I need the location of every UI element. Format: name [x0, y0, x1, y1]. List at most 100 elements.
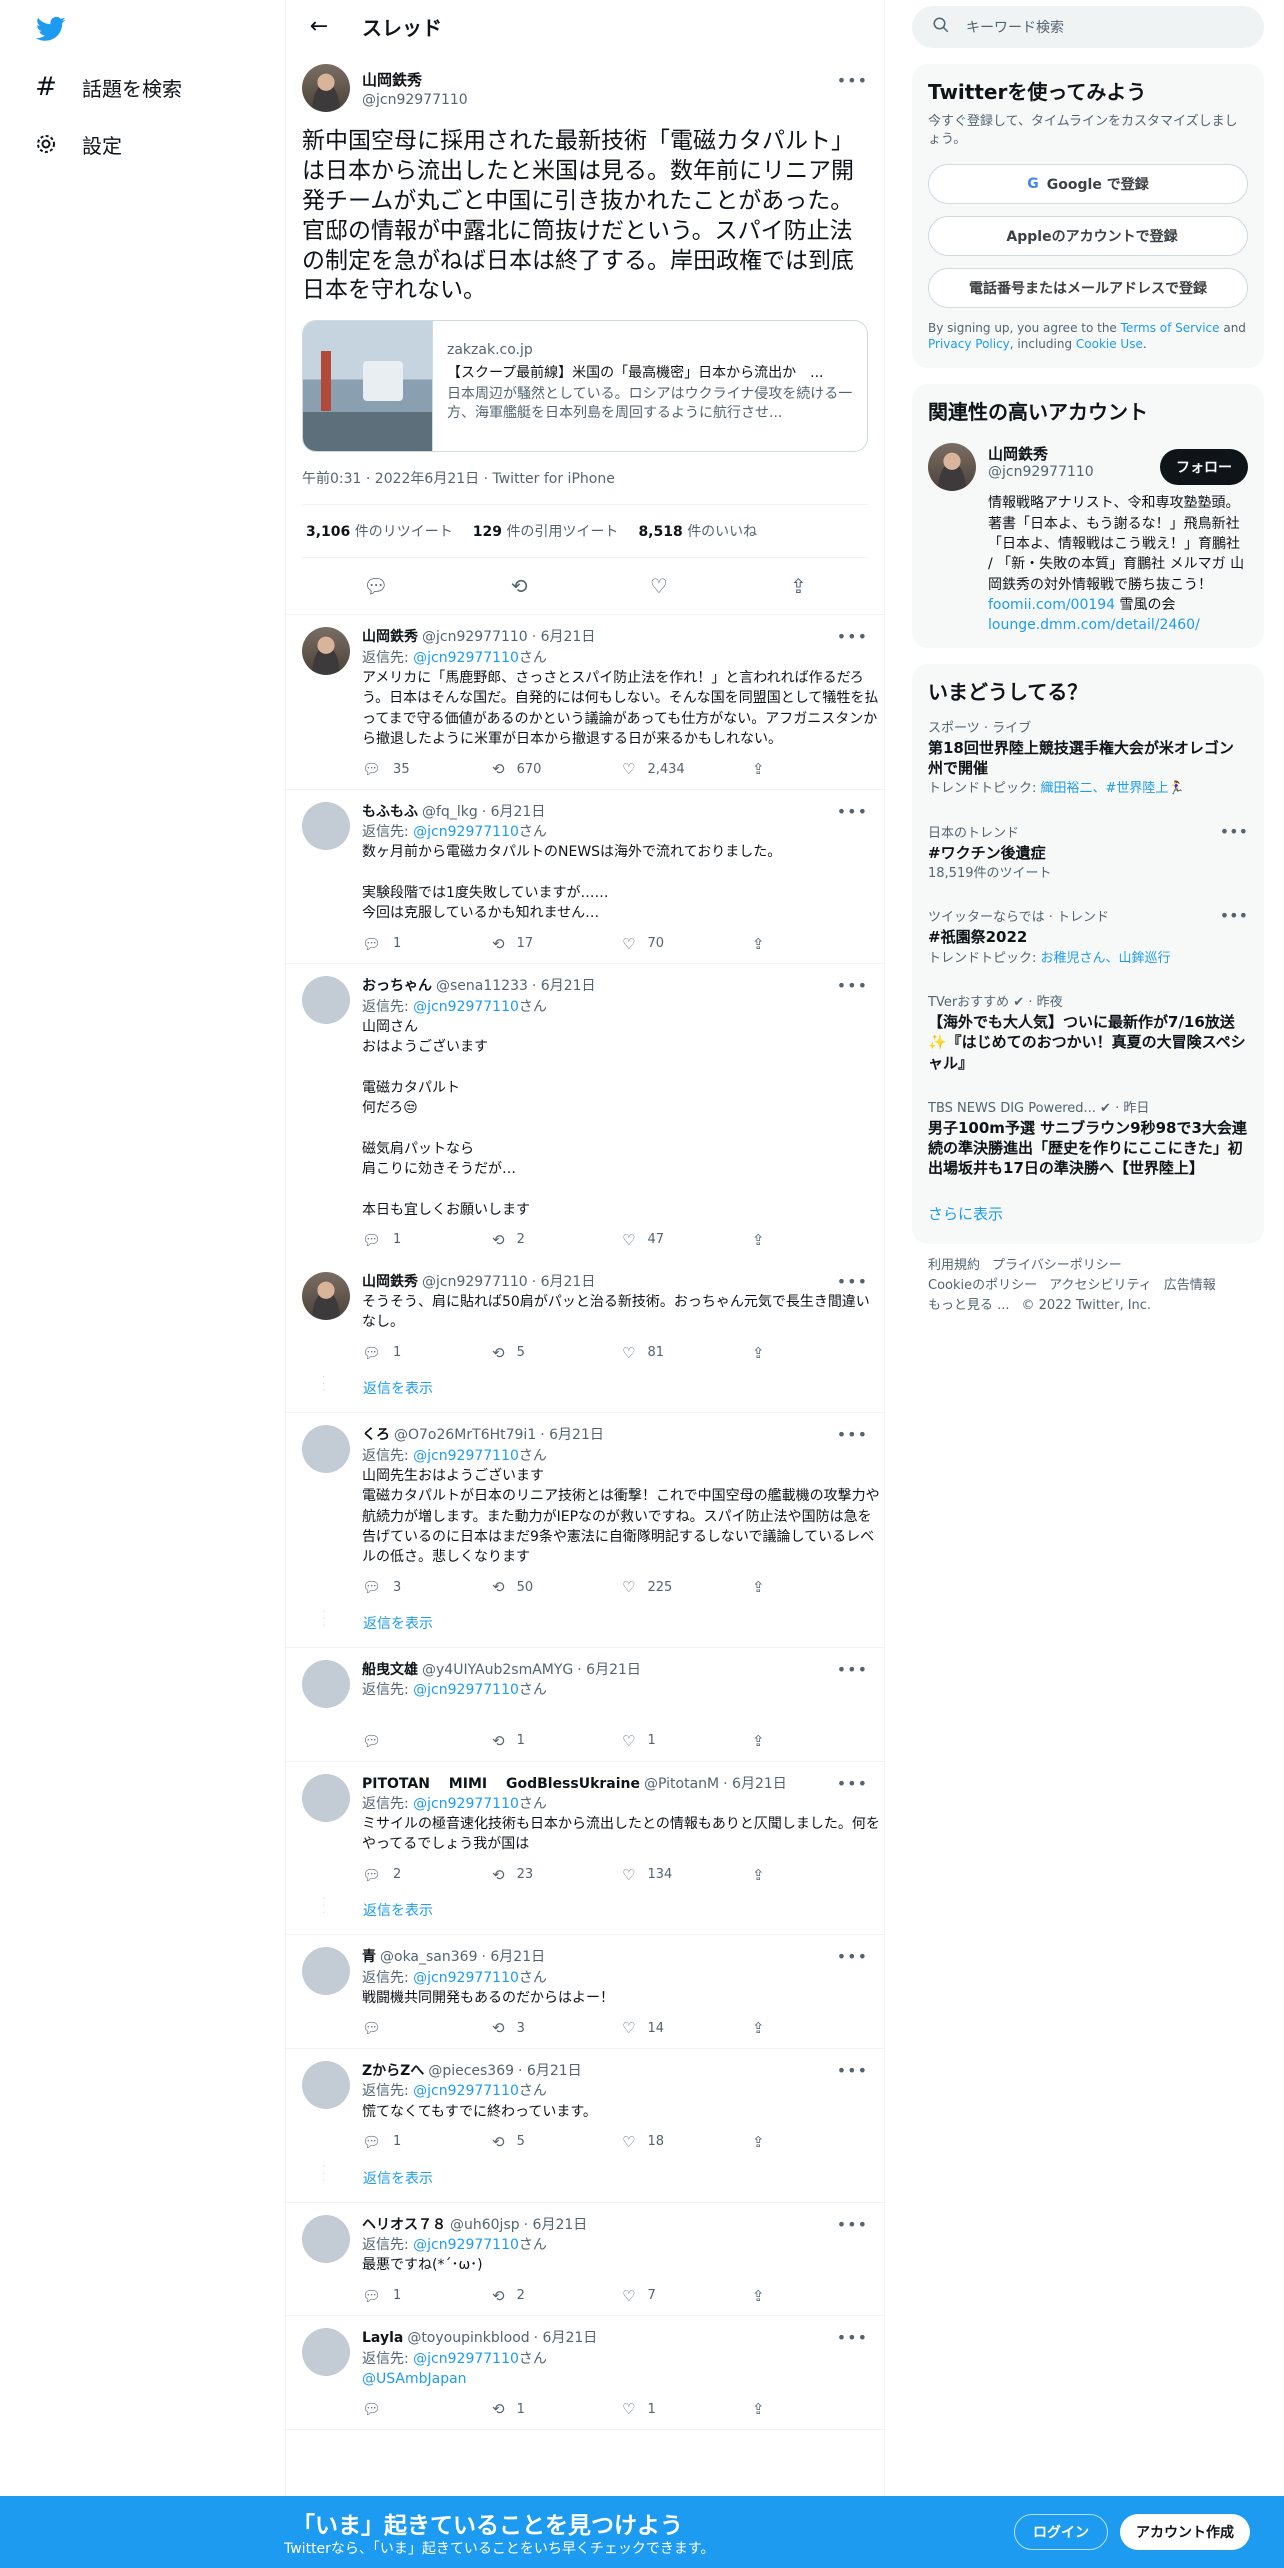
more-options-icon[interactable]: •••	[1220, 906, 1248, 925]
footer-link[interactable]: Cookieのポリシー	[928, 1278, 1037, 1293]
reply-author-handle[interactable]: @toyoupinkblood	[407, 2328, 529, 2348]
more-options-icon[interactable]: •••	[837, 2328, 868, 2347]
avatar[interactable]	[302, 1660, 350, 1709]
avatar[interactable]	[302, 64, 350, 112]
reply-author-name[interactable]: ヘリオス７８	[362, 2215, 446, 2235]
more-options-icon[interactable]: •••	[837, 1774, 868, 1793]
show-replies-link[interactable]: · · · 返信を表示	[286, 2162, 884, 2203]
quote-count-link[interactable]: 129 件の引用ツイート	[473, 521, 619, 541]
search-input[interactable]: キーワード検索	[912, 6, 1264, 48]
reply-to-link[interactable]: @jcn92977110	[413, 824, 519, 840]
show-more-link[interactable]: さらに表示	[928, 1191, 1248, 1232]
share-button[interactable]: ⇪	[752, 1577, 882, 1599]
share-button[interactable]: ⇪	[752, 1230, 882, 1252]
retweet-count-link[interactable]: 3,106 件のリツイート	[306, 521, 453, 541]
mention-link[interactable]: @USAmbJapan	[362, 2371, 467, 2387]
share-button[interactable]: ⇪	[752, 2399, 882, 2421]
reply-date[interactable]: · 6月21日	[577, 1660, 641, 1680]
reply-button[interactable]: 💬︎ 1	[362, 2286, 492, 2308]
like-icon[interactable]: ♡	[650, 574, 668, 598]
trend-item[interactable]: ツイッターならでは · トレンド #祇園祭2022 トレンドトピック: お稚児さん、…	[928, 894, 1248, 979]
retweet-button[interactable]: ⟲ 1	[492, 2399, 622, 2421]
reply-author-name[interactable]: もふもふ	[362, 802, 418, 822]
reply-to-link[interactable]: @jcn92977110	[413, 2083, 519, 2099]
reply-to-link[interactable]: @jcn92977110	[413, 999, 519, 1015]
more-options-icon[interactable]: •••	[837, 71, 868, 90]
like-button[interactable]: ♡ 1	[622, 2399, 752, 2421]
more-options-icon[interactable]: •••	[837, 627, 868, 646]
footer-link[interactable]: プライバシーポリシー	[992, 1258, 1122, 1273]
reply-date[interactable]: · 6月21日	[524, 2215, 588, 2235]
nav-explore[interactable]: # 話題を検索	[34, 67, 182, 107]
footer-link[interactable]: アクセシビリティ	[1049, 1278, 1152, 1293]
share-button[interactable]: ⇪	[752, 1731, 882, 1753]
share-button[interactable]: ⇪	[752, 1343, 882, 1365]
signup-button[interactable]: アカウント作成	[1120, 2514, 1250, 2550]
reply-button[interactable]: 💬︎ 3	[362, 1577, 492, 1599]
retweet-button[interactable]: ⟲ 23	[492, 1865, 622, 1887]
reply-date[interactable]: · 6月21日	[532, 976, 596, 996]
reply-tweet[interactable]: 青 @oka_san369 · 6月21日 返信先: @jcn92977110さん 戦闘…	[286, 1935, 884, 2050]
related-account[interactable]: 山岡鉄秀 @jcn92977110 フォロー	[928, 443, 1248, 492]
reply-date[interactable]: · 6月21日	[518, 2061, 582, 2081]
more-options-icon[interactable]: •••	[837, 1425, 868, 1444]
reply-button[interactable]: 💬︎	[362, 2399, 492, 2421]
more-options-icon[interactable]: •••	[837, 2215, 868, 2234]
avatar[interactable]	[302, 1271, 350, 1320]
twitter-logo-icon[interactable]	[36, 14, 66, 44]
avatar[interactable]	[302, 2061, 350, 2110]
reply-tweet[interactable]: くろ @O7o26MrT6Ht79i1 · 6月21日 返信先: @jcn929771…	[286, 1413, 884, 1607]
reply-author-name[interactable]: くろ	[362, 1425, 390, 1445]
login-button[interactable]: ログイン	[1014, 2514, 1108, 2550]
reply-author-name[interactable]: 山岡鉄秀	[362, 1272, 418, 1292]
trend-topic-link[interactable]: 織田裕二、#世界陸上🏃‍♀️	[1041, 781, 1185, 796]
reply-button[interactable]: 💬︎	[362, 1731, 492, 1753]
reply-tweet[interactable]: 山岡鉄秀 @jcn92977110 · 6月21日 そうそう、肩に貼れば50肩がパッと…	[286, 1260, 884, 1373]
reply-tweet[interactable]: 山岡鉄秀 @jcn92977110 · 6月21日 返信先: @jcn92977110…	[286, 615, 884, 790]
like-button[interactable]: ♡ 225	[622, 1577, 752, 1599]
avatar[interactable]	[302, 1425, 350, 1474]
reply-tweet[interactable]: PITOTAN MIMI GodBlessUkraine @PitotanM · 6…	[286, 1762, 884, 1895]
avatar[interactable]	[302, 1773, 350, 1822]
reply-tweet[interactable]: もふもふ @fq_lkg · 6月21日 返信先: @jcn92977110さん 数ヶ月…	[286, 790, 884, 965]
retweet-button[interactable]: ⟲ 17	[492, 934, 622, 956]
reply-author-name[interactable]: PITOTAN MIMI GodBlessUkraine	[362, 1774, 640, 1794]
reply-author-handle[interactable]: @y4UIYAub2smAMYG	[422, 1660, 573, 1680]
avatar[interactable]	[302, 801, 350, 850]
share-icon[interactable]: ⇪	[790, 574, 807, 598]
reply-button[interactable]: 💬︎ 2	[362, 1865, 492, 1887]
trend-item[interactable]: 日本のトレンド #ワクチン後遺症 18,519件のツイート •••	[928, 810, 1248, 895]
reply-date[interactable]: · 6月21日	[481, 1947, 545, 1967]
trend-item[interactable]: TVerおすすめ ✔ · 昨夜 【海外でも大人気】ついに最新作が7/16放送✨『は…	[928, 979, 1248, 1085]
like-button[interactable]: ♡ 81	[622, 1343, 752, 1365]
reply-author-handle[interactable]: @PitotanM	[644, 1774, 719, 1794]
show-replies-link[interactable]: · · · 返信を表示	[286, 1894, 884, 1936]
reply-icon[interactable]: 💬︎	[363, 574, 388, 598]
reply-button[interactable]: 💬︎ 35	[362, 759, 492, 781]
reply-author-name[interactable]: ZからZへ	[362, 2061, 424, 2081]
footer-link[interactable]: 利用規約	[928, 1258, 980, 1273]
show-replies-link[interactable]: · · · 返信を表示	[286, 1607, 884, 1649]
retweet-button[interactable]: ⟲ 3	[492, 2018, 622, 2040]
apple-signup-button[interactable]: Appleのアカウントで登録	[928, 216, 1248, 257]
share-button[interactable]: ⇪	[752, 1865, 882, 1887]
reply-button[interactable]: 💬︎ 1	[362, 1230, 492, 1252]
like-button[interactable]: ♡ 18	[622, 2132, 752, 2154]
cookie-link[interactable]: Cookie Use	[1076, 337, 1143, 351]
google-signup-button[interactable]: G Google で登録	[928, 164, 1248, 205]
reply-to-link[interactable]: @jcn92977110	[413, 2351, 519, 2367]
phone-signup-button[interactable]: 電話番号またはメールアドレスで登録	[928, 268, 1248, 309]
share-button[interactable]: ⇪	[752, 2132, 882, 2154]
link-card[interactable]: zakzak.co.jp 【スクープ最前線】米国の「最高機密」日本から流出か .…	[302, 320, 868, 453]
reply-author-name[interactable]: 船曳文雄	[362, 1660, 418, 1680]
reply-tweet[interactable]: 船曳文雄 @y4UIYAub2smAMYG · 6月21日 返信先: @jcn9297…	[286, 1648, 884, 1762]
reply-tweet[interactable]: おっちゃん @sena11233 · 6月21日 返信先: @jcn92977110さ…	[286, 964, 884, 1259]
retweet-button[interactable]: ⟲ 5	[492, 2132, 622, 2154]
trend-item[interactable]: TBS NEWS DIG Powered... ✔ · 昨日 男子100m予選 サ…	[928, 1085, 1248, 1191]
reply-author-handle[interactable]: @fq_lkg	[422, 802, 478, 822]
footer-link[interactable]: 広告情報	[1164, 1278, 1216, 1293]
reply-author-handle[interactable]: @jcn92977110	[422, 627, 528, 647]
reply-button[interactable]: 💬︎ 1	[362, 2132, 492, 2154]
reply-date[interactable]: · 6月21日	[540, 1425, 604, 1445]
avatar[interactable]	[302, 976, 350, 1025]
